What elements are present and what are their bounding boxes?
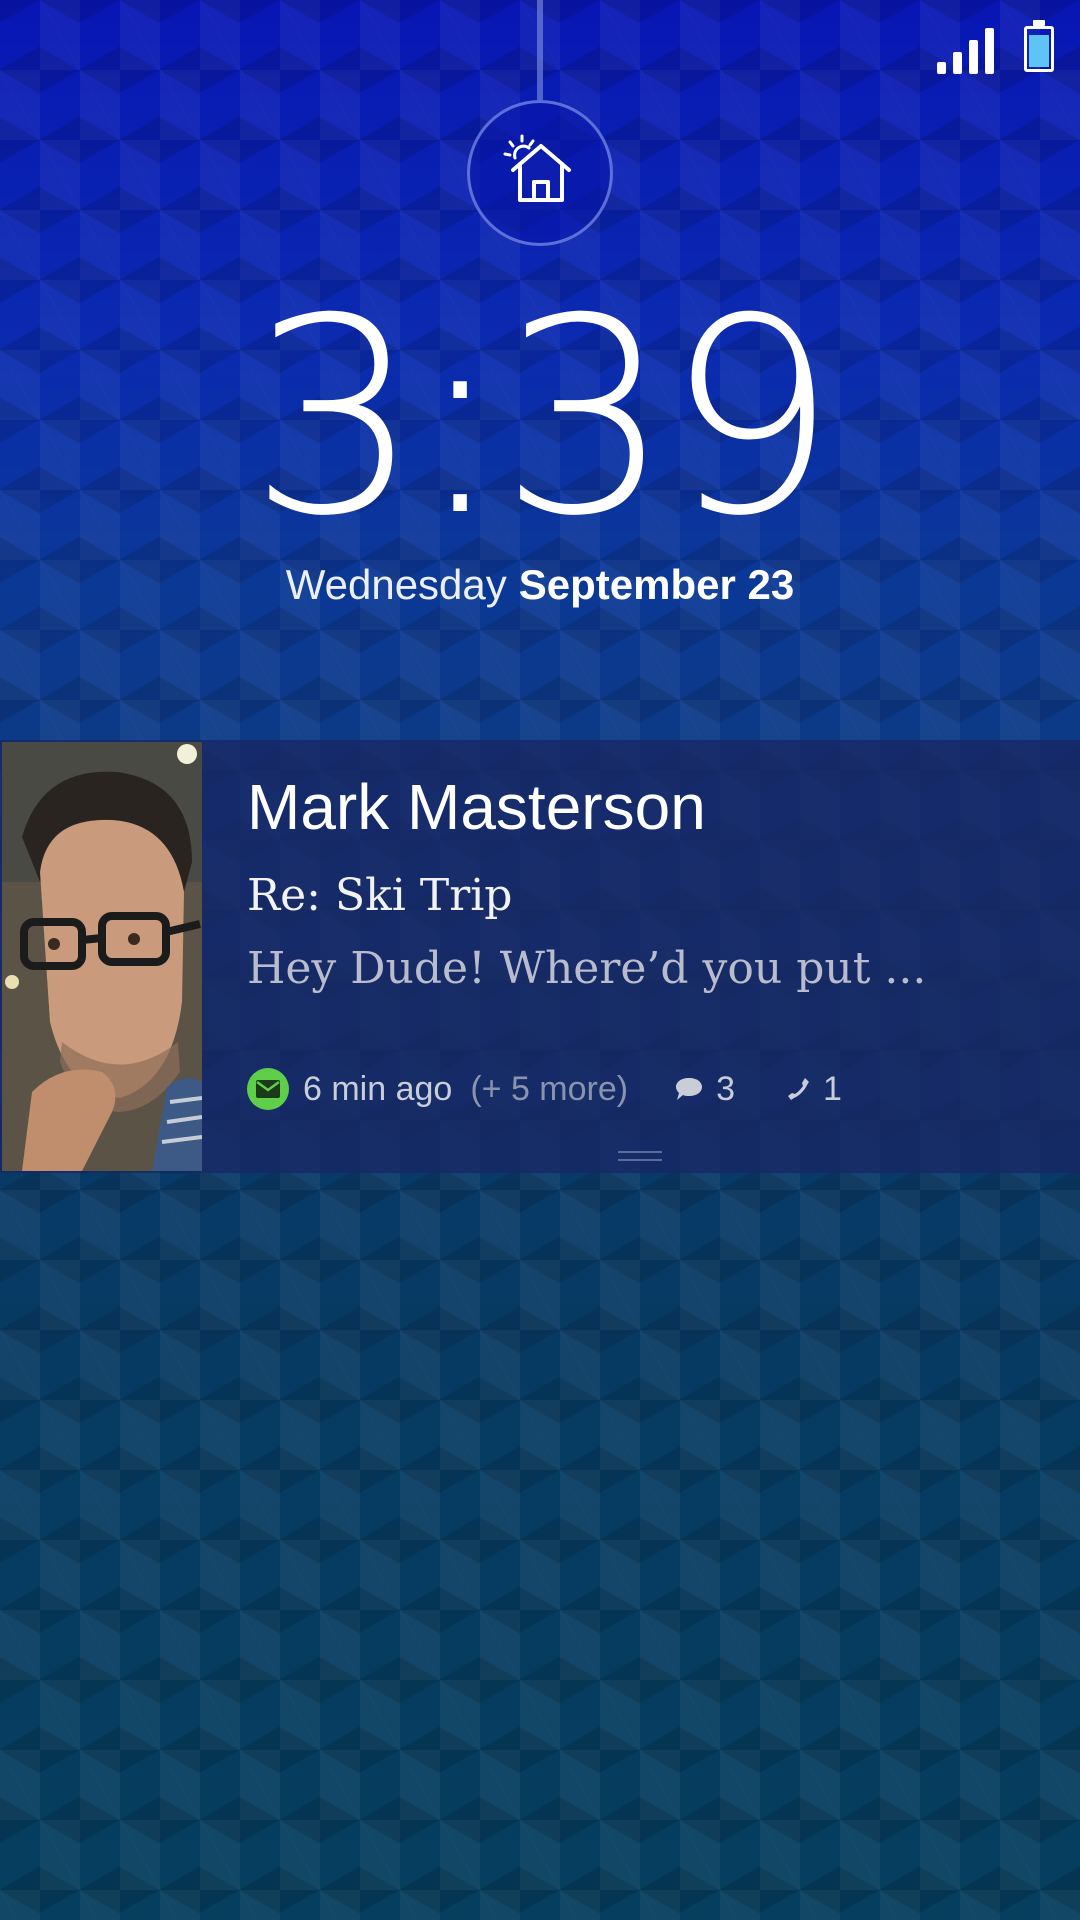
battery-icon: [1024, 20, 1054, 72]
notification-card[interactable]: Mark Masterson Re: Ski Trip Hey Dude! Wh…: [0, 740, 1080, 1173]
calls-count-label: 1: [823, 1069, 842, 1108]
status-bar: [937, 20, 1054, 74]
drop-line: [537, 0, 543, 100]
calls-count: 1: [787, 1070, 842, 1109]
battery-level: [1029, 35, 1049, 67]
home-button[interactable]: [467, 100, 613, 246]
home-sun-icon: [503, 134, 571, 202]
date-label: September 23: [518, 561, 795, 608]
messages-count-label: 3: [716, 1069, 736, 1108]
message-preview: Hey Dude! Where’d you put ...: [247, 943, 927, 994]
message-subject: Re: Ski Trip: [247, 870, 513, 921]
more-count: (+ 5 more): [470, 1069, 629, 1108]
time-ago: 6 min ago: [303, 1069, 453, 1108]
phone-icon: [788, 1078, 810, 1100]
signal-strength-icon: [937, 26, 994, 74]
sender-name: Mark Masterson: [247, 771, 706, 843]
mail-icon: [247, 1068, 289, 1110]
lock-date: Wednesday September 23: [0, 560, 1080, 610]
weekday-label: Wednesday: [285, 561, 507, 608]
notification-meta: 6 min ago (+ 5 more) 3 1: [247, 1068, 842, 1110]
expand-handle[interactable]: [618, 1151, 662, 1161]
chat-bubble-icon: [676, 1078, 703, 1100]
lock-clock: 3:39: [248, 260, 837, 575]
sender-avatar: [2, 742, 202, 1171]
messages-count: 3: [674, 1070, 735, 1109]
